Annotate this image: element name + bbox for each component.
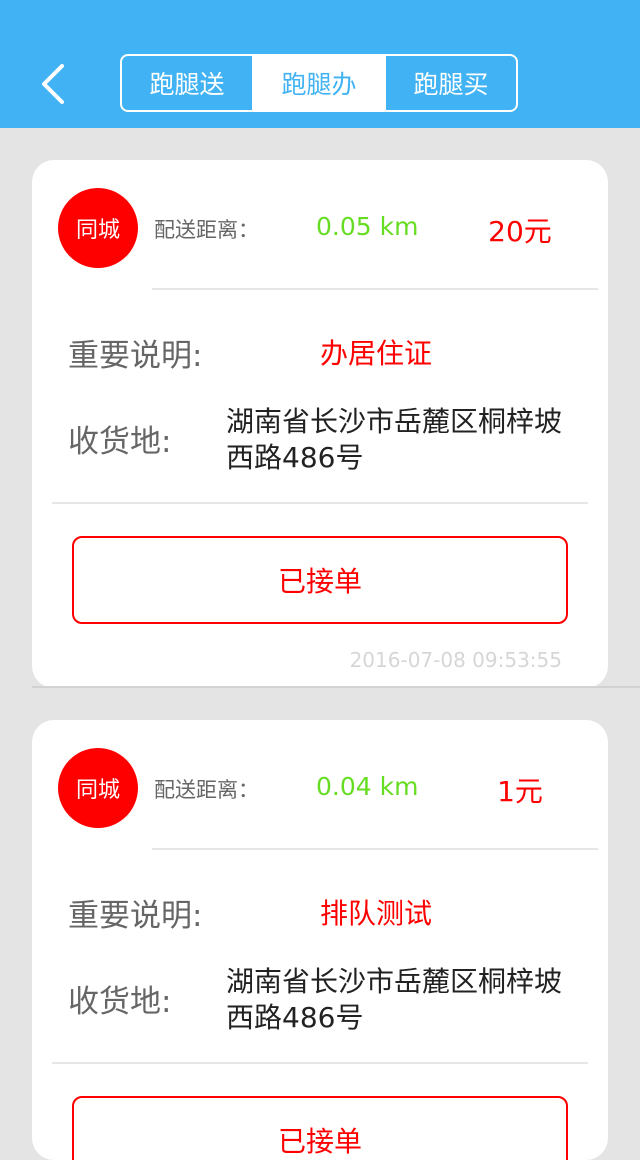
address-value: 湖南省长沙市岳麓区桐梓坡西路486号	[226, 405, 563, 474]
top-bar: 跑腿送 跑腿办 跑腿买	[0, 0, 640, 128]
back-button[interactable]	[30, 60, 78, 108]
same-city-badge: 同城	[58, 188, 138, 268]
distance-value: 0.04 km	[316, 772, 419, 801]
category-segmented-control: 跑腿送 跑腿办 跑腿买	[120, 54, 518, 112]
note-value: 办居住证	[320, 337, 433, 370]
address-label: 收货地:	[68, 424, 172, 460]
same-city-badge: 同城	[58, 748, 138, 828]
price: 1元	[497, 775, 543, 808]
distance-label: 配送距离：	[154, 778, 259, 802]
tab-paotui-song[interactable]: 跑腿送	[122, 56, 252, 110]
order-card: 同城 配送距离： 0.05 km 20元 重要说明: 办居住证 收货地: 湖南省…	[32, 160, 608, 688]
chevron-left-icon	[42, 64, 64, 104]
divider	[52, 502, 588, 504]
list-separator	[32, 686, 640, 688]
address-value: 湖南省长沙市岳麓区桐梓坡西路486号	[226, 965, 563, 1034]
divider	[52, 1062, 588, 1064]
tab-paotui-mai[interactable]: 跑腿买	[384, 56, 516, 110]
order-accepted-button[interactable]: 已接单	[72, 536, 568, 624]
distance-label: 配送距离：	[154, 218, 259, 242]
note-label: 重要说明:	[68, 898, 203, 934]
distance-value: 0.05 km	[316, 212, 419, 241]
divider	[152, 288, 598, 290]
note-value: 排队测试	[320, 897, 433, 930]
price: 20元	[488, 215, 552, 248]
note-label: 重要说明:	[68, 338, 203, 374]
order-accepted-button[interactable]: 已接单	[72, 1096, 568, 1160]
divider	[152, 848, 598, 850]
order-timestamp: 2016-07-08 09:53:55	[349, 648, 562, 672]
address-label: 收货地:	[68, 984, 172, 1020]
tab-paotui-ban[interactable]: 跑腿办	[252, 56, 384, 110]
order-card: 同城 配送距离： 0.04 km 1元 重要说明: 排队测试 收货地: 湖南省长…	[32, 720, 608, 1160]
